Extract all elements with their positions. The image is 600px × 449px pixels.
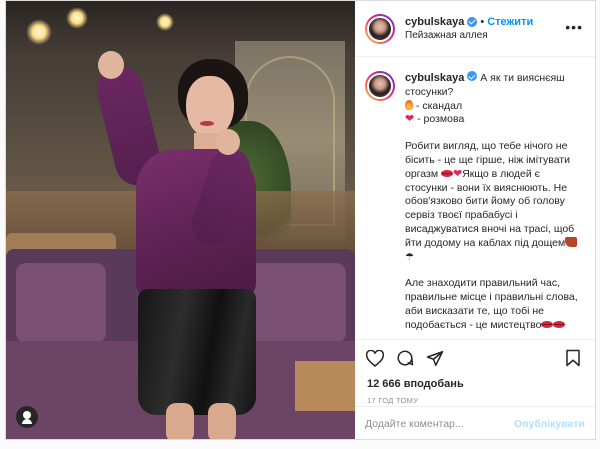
verified-badge-icon xyxy=(467,16,478,27)
post-side-panel: cybulskaya • Стежити Пейзажная аллея •••… xyxy=(355,1,595,439)
post-caption: cybulskaya А як ти вияснєяш стосунки? - … xyxy=(365,71,585,333)
umbrella-emoji-icon: ☂ xyxy=(405,251,414,263)
comment-icon[interactable] xyxy=(395,348,415,368)
publish-button[interactable]: Опублікувати xyxy=(514,418,585,430)
comment-input[interactable] xyxy=(365,417,514,430)
avatar[interactable] xyxy=(365,71,395,101)
lips-emoji-icon xyxy=(440,169,453,177)
photo-person xyxy=(92,51,276,439)
photo-lamp xyxy=(66,7,88,29)
verified-badge-icon xyxy=(467,71,478,81)
avatar[interactable] xyxy=(365,13,395,44)
add-comment-form: Опублікувати xyxy=(355,406,595,440)
post-actions: 12 666 вподобань 17 ГОД ТОМУ Опублікуват… xyxy=(355,339,595,439)
person-hand xyxy=(216,129,240,155)
location-link[interactable]: Пейзажная аллея xyxy=(405,29,533,43)
caption-body: cybulskaya А як ти вияснєяш стосунки? - … xyxy=(405,71,585,333)
person-hand xyxy=(98,51,124,79)
photo-table xyxy=(295,361,355,411)
post-header-meta: cybulskaya • Стежити Пейзажная аллея xyxy=(405,15,533,43)
person-skirt xyxy=(138,289,256,415)
photo-cushion xyxy=(16,263,106,343)
boot-emoji-icon xyxy=(565,236,578,247)
bookmark-icon[interactable] xyxy=(563,348,583,368)
user-tag-icon[interactable] xyxy=(16,406,38,428)
photo-lamp xyxy=(26,19,52,45)
share-icon[interactable] xyxy=(425,348,445,368)
person-lips xyxy=(200,121,214,126)
more-icon[interactable]: ••• xyxy=(565,20,583,34)
person-leg xyxy=(166,403,194,439)
photo-lamp xyxy=(156,13,174,31)
heart-emoji-icon: ❤ xyxy=(405,113,415,126)
caption-intro-line: А як ти вияснєяш xyxy=(480,72,565,84)
comments-section: cybulskaya А як ти вияснєяш стосунки? - … xyxy=(355,57,595,339)
post-header: cybulskaya • Стежити Пейзажная аллея ••• xyxy=(355,1,595,57)
follow-button[interactable]: Стежити xyxy=(487,15,533,29)
username-link[interactable]: cybulskaya xyxy=(405,72,464,84)
post-card: cybulskaya • Стежити Пейзажная аллея •••… xyxy=(5,0,596,440)
likes-count[interactable]: 12 666 вподобань xyxy=(367,378,464,390)
separator-dot: • xyxy=(480,15,485,28)
caption-option: - розмова xyxy=(417,113,465,126)
caption-option: - скандал xyxy=(415,99,463,112)
heart-icon[interactable] xyxy=(365,348,385,368)
post-photo[interactable] xyxy=(6,1,355,439)
lips-emoji-icon xyxy=(541,320,554,328)
lips-emoji-icon xyxy=(553,320,566,328)
username-link[interactable]: cybulskaya xyxy=(405,15,464,29)
fire-emoji-icon xyxy=(405,99,413,110)
caption-intro-line: стосунки? xyxy=(405,85,454,98)
person-leg xyxy=(208,403,236,439)
heart-emoji-icon: ❤ xyxy=(452,167,463,180)
post-timestamp[interactable]: 17 ГОД ТОМУ xyxy=(367,396,418,405)
